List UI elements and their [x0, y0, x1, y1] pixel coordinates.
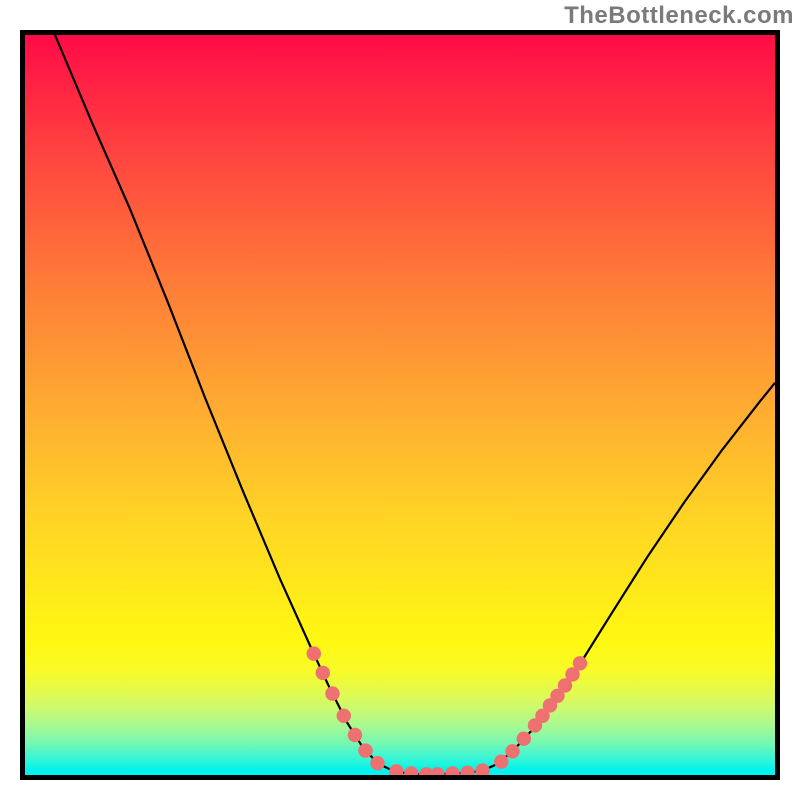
- highlight-dot: [494, 755, 508, 769]
- highlight-dot: [505, 744, 519, 758]
- highlight-dot: [348, 728, 362, 742]
- highlight-dot: [307, 646, 321, 660]
- highlight-dot: [404, 766, 418, 775]
- highlight-dot: [325, 686, 339, 700]
- highlight-dot: [316, 666, 330, 680]
- watermark-label: TheBottleneck.com: [564, 2, 794, 30]
- highlight-dot: [430, 767, 444, 775]
- chart-frame: TheBottleneck.com: [0, 0, 800, 800]
- highlight-dot: [460, 766, 474, 775]
- highlight-dots-group: [307, 646, 588, 775]
- curve-overlay: [25, 35, 775, 775]
- highlight-dot: [358, 743, 372, 757]
- highlight-dot: [573, 656, 587, 670]
- plot-area: [20, 30, 780, 780]
- highlight-dot: [337, 709, 351, 723]
- highlight-dot: [517, 732, 531, 746]
- highlight-dot: [445, 766, 459, 775]
- highlight-dot: [389, 764, 403, 775]
- highlight-dot: [475, 763, 489, 775]
- highlight-dot: [370, 756, 384, 770]
- bottleneck-curve: [55, 35, 775, 774]
